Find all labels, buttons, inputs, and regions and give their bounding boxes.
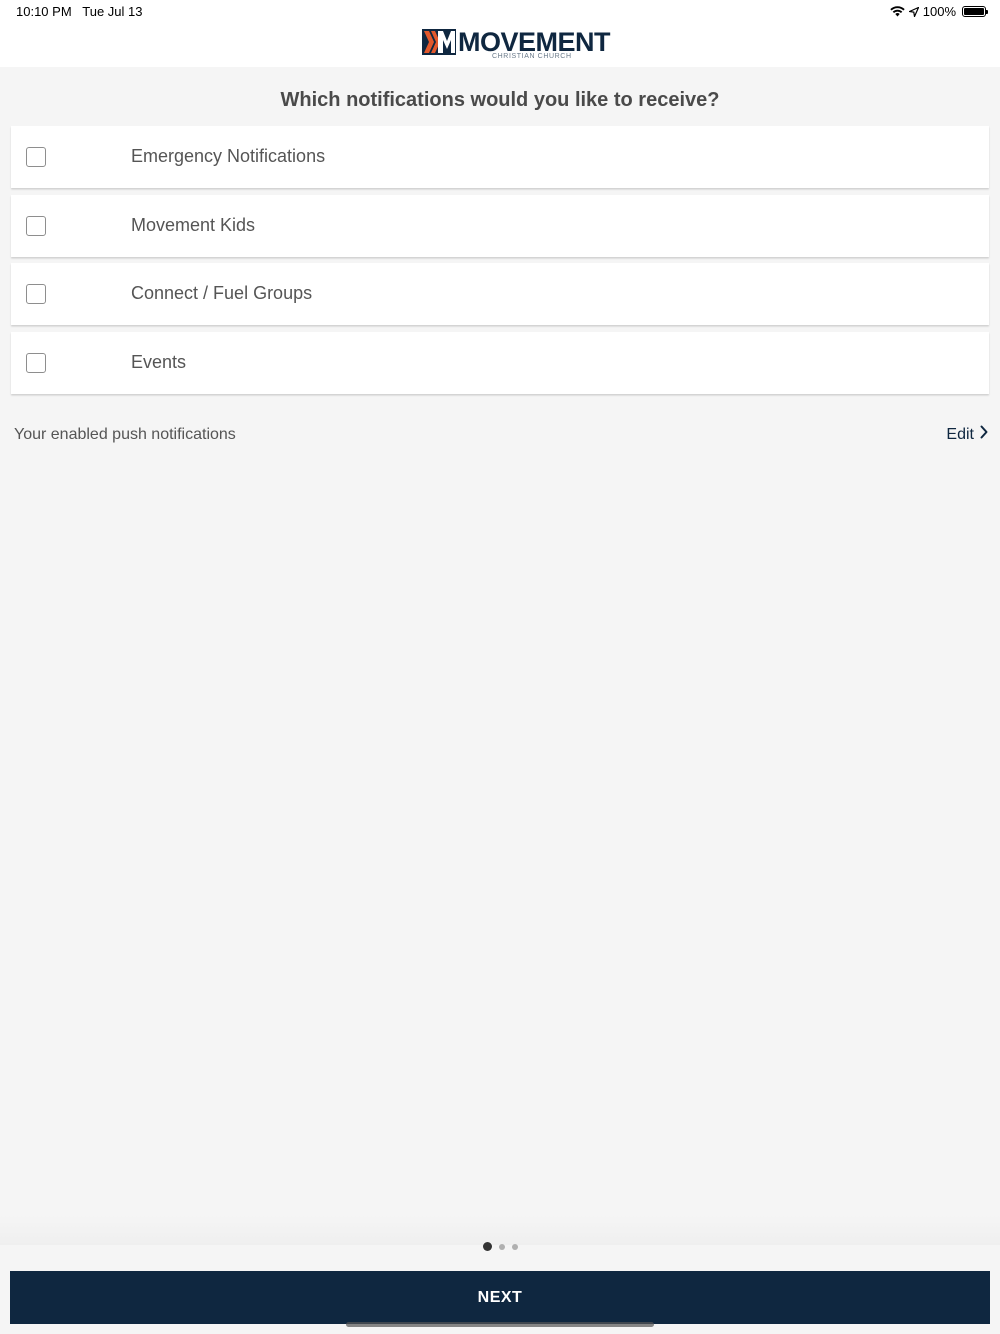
edit-link[interactable]: Edit (946, 425, 988, 444)
option-events[interactable]: Events (11, 331, 989, 394)
wifi-icon (890, 6, 905, 17)
page-dot (511, 1243, 518, 1250)
status-bar-time: 10:10 PM Tue Jul 13 (16, 4, 143, 19)
option-connect-fuel-groups[interactable]: Connect / Fuel Groups (11, 263, 989, 325)
home-indicator (346, 1322, 654, 1327)
chevron-right-icon (980, 425, 988, 444)
edit-label: Edit (946, 425, 974, 443)
page-title: Which notifications would you like to re… (280, 89, 720, 111)
logo-mark-icon (422, 29, 456, 55)
option-label: Connect / Fuel Groups (131, 283, 313, 303)
enabled-notifications-label: Your enabled push notifications (14, 426, 236, 443)
notification-options-list: Emergency Notifications Movement Kids Co… (11, 126, 989, 400)
page-indicator (0, 1242, 1000, 1251)
status-bar-right: 100% (890, 4, 988, 19)
battery-icon (962, 6, 988, 17)
option-label: Emergency Notifications (131, 146, 326, 166)
checkbox[interactable] (26, 215, 46, 236)
option-emergency-notifications[interactable]: Emergency Notifications (11, 126, 989, 188)
option-label: Movement Kids (131, 214, 256, 235)
option-movement-kids[interactable]: Movement Kids (11, 194, 989, 257)
status-time: 10:10 PM (16, 4, 72, 19)
enabled-notifications-row: Your enabled push notifications Edit (14, 424, 988, 448)
checkbox[interactable] (26, 352, 46, 373)
battery-percent: 100% (922, 4, 956, 19)
top-bar: 10:10 PM Tue Jul 13 100% MOVEMENT CHRIST… (0, 0, 1000, 67)
checkbox[interactable] (26, 284, 46, 304)
bottom-fade (0, 1215, 1000, 1245)
page-dot-active (482, 1242, 492, 1251)
location-icon (908, 6, 919, 17)
option-label: Events (131, 351, 187, 372)
checkbox[interactable] (26, 147, 46, 167)
logo: MOVEMENT CHRISTIAN CHURCH (422, 27, 611, 62)
logo-subtext: CHRISTIAN CHURCH (492, 53, 572, 60)
page-dot (498, 1243, 505, 1250)
status-date: Tue Jul 13 (82, 4, 143, 19)
next-button[interactable]: NEXT (10, 1271, 990, 1324)
